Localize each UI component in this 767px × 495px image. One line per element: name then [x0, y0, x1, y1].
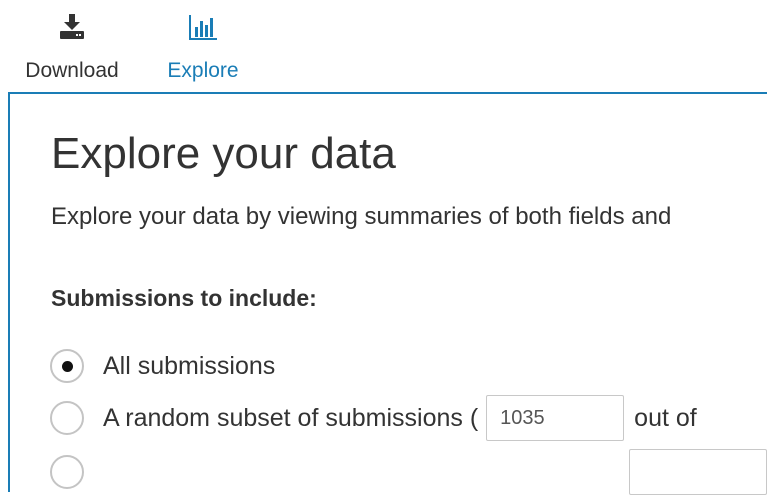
subset-size-input[interactable] — [486, 395, 625, 441]
option-random-subset[interactable]: A random subset of submissions ( out of — [50, 395, 697, 441]
random-subset-label: A random subset of submissions ( — [103, 403, 479, 432]
bar-chart-icon — [189, 15, 217, 40]
page-description: Explore your data by viewing summaries o… — [51, 203, 672, 230]
option-all-submissions[interactable]: All submissions — [50, 346, 275, 386]
third-option-input[interactable] — [629, 449, 767, 495]
all-submissions-label: All submissions — [103, 351, 276, 380]
random-subset-radio[interactable] — [50, 401, 84, 435]
explore-panel: Explore your data Explore your data by v… — [8, 92, 767, 495]
tab-explore-label: Explore — [167, 59, 239, 82]
tab-download-label: Download — [25, 59, 119, 82]
tab-download[interactable]: Download — [14, 0, 130, 90]
page-title: Explore your data — [51, 129, 396, 178]
tab-explore[interactable]: Explore — [156, 0, 250, 90]
out-of-label: out of — [634, 403, 697, 432]
third-option-radio[interactable] — [50, 455, 84, 489]
download-icon — [60, 14, 84, 39]
submissions-section-label: Submissions to include: — [51, 285, 317, 311]
all-submissions-radio[interactable] — [50, 349, 84, 383]
option-third[interactable] — [50, 449, 767, 495]
